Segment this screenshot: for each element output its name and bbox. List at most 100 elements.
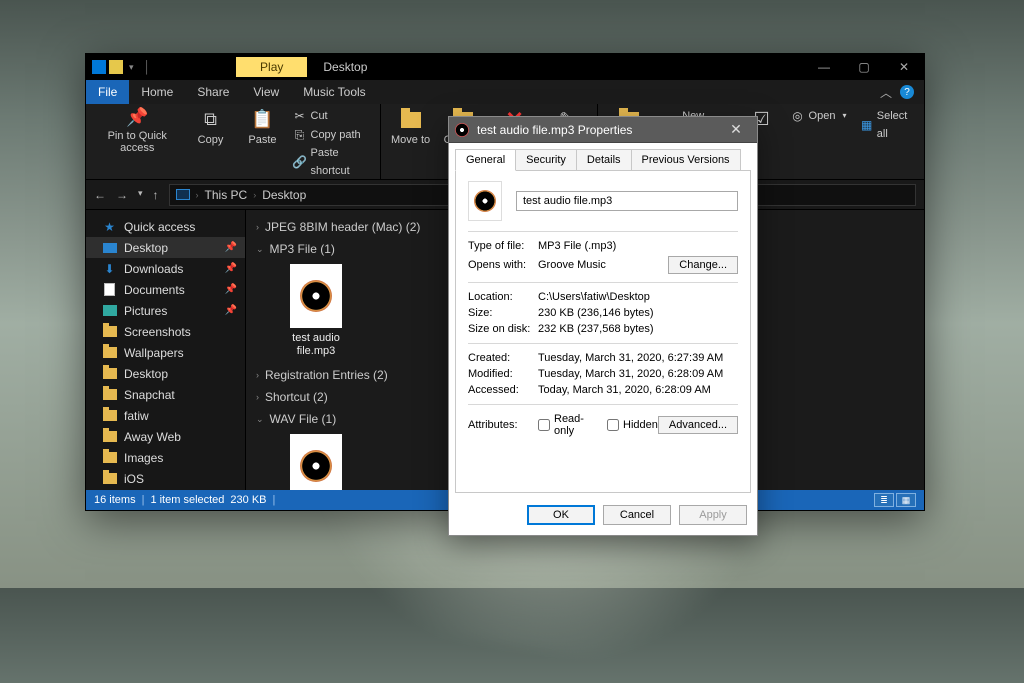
divider: │ [144, 60, 152, 74]
paste-shortcut-button[interactable]: 🔗Paste shortcut [293, 145, 372, 180]
tab-home[interactable]: Home [129, 80, 185, 104]
tab-view[interactable]: View [241, 80, 291, 104]
cut-button[interactable]: ✂Cut [293, 108, 372, 126]
open-button[interactable]: ◎Open▾ [791, 108, 847, 126]
sidebar-item-away-web[interactable]: Away Web [86, 426, 245, 447]
breadcrumb-leaf[interactable]: Desktop [262, 188, 306, 202]
quick-access-toolbar: ▾ │ [86, 60, 151, 74]
dialog-titlebar: test audio file.mp3 Properties ✕ [449, 117, 757, 143]
tab-details[interactable]: Details [576, 149, 632, 171]
sidebar-item-march[interactable]: March 2 - 6 [86, 489, 245, 490]
file-item-mp3[interactable]: test audio file.mp3 [276, 264, 356, 358]
apply-button[interactable]: Apply [679, 505, 747, 525]
sidebar-item-documents[interactable]: Documents📌 [86, 279, 245, 300]
folder-icon [103, 347, 117, 358]
ribbon-collapse-icon[interactable]: ︿ [880, 84, 892, 101]
sidebar-item-desktop2[interactable]: Desktop [86, 363, 245, 384]
sidebar-item-images[interactable]: Images [86, 447, 245, 468]
chevron-right-icon: › [256, 370, 259, 380]
change-button[interactable]: Change... [668, 256, 738, 274]
status-item-count: 16 items [94, 494, 136, 506]
label-location: Location: [468, 291, 538, 303]
tab-general[interactable]: General [455, 149, 516, 171]
pin-icon: 📌 [225, 305, 237, 316]
folder-icon [103, 368, 117, 379]
history-dropdown[interactable]: ▾ [138, 188, 143, 202]
sidebar-item-snapchat[interactable]: Snapchat [86, 384, 245, 405]
copy-path-button[interactable]: ⎘Copy path [293, 127, 372, 145]
folder-icon [103, 389, 117, 400]
label-type: Type of file: [468, 240, 538, 252]
sidebar-item-ios[interactable]: iOS [86, 468, 245, 489]
details-view-button[interactable]: ≣ [874, 493, 894, 507]
back-button[interactable]: ← [94, 188, 106, 202]
sidebar-item-fatiw[interactable]: fatiw [86, 405, 245, 426]
pin-to-quick-access-button[interactable]: 📌 Pin to Quick access [94, 108, 181, 154]
qat-overflow-icon[interactable]: ▾ [129, 62, 134, 73]
hidden-checkbox[interactable]: Hidden [607, 419, 658, 431]
value-type: MP3 File (.mp3) [538, 240, 738, 252]
tab-share[interactable]: Share [185, 80, 241, 104]
pin-icon: 📌 [225, 284, 237, 295]
select-all-icon: ▦ [860, 119, 872, 133]
pictures-icon [103, 305, 117, 316]
move-to-button[interactable]: Move to [389, 108, 433, 146]
properties-dialog: test audio file.mp3 Properties ✕ General… [448, 116, 758, 536]
file-type-icon [468, 181, 502, 221]
value-opens-with: Groove Music [538, 259, 668, 271]
sidebar-quick-access[interactable]: ★Quick access [86, 216, 245, 237]
dialog-buttons: OK Cancel Apply [449, 499, 757, 535]
chevron-right-icon: › [256, 222, 259, 232]
folder-icon [103, 473, 117, 484]
folder-icon [103, 452, 117, 463]
desktop-icon [103, 243, 117, 253]
sidebar-item-downloads[interactable]: ⬇Downloads📌 [86, 258, 245, 279]
up-button[interactable]: ↑ [153, 188, 159, 202]
close-button[interactable]: ✕ [884, 54, 924, 80]
sidebar-item-screenshots[interactable]: Screenshots [86, 321, 245, 342]
pin-icon: 📌 [225, 242, 237, 253]
paste-label: Paste [248, 134, 276, 146]
readonly-checkbox[interactable]: Read-only [538, 413, 595, 437]
dialog-close-button[interactable]: ✕ [721, 121, 751, 138]
pin-icon: 📌 [127, 108, 147, 128]
sidebar-item-pictures[interactable]: Pictures📌 [86, 300, 245, 321]
tab-security[interactable]: Security [515, 149, 577, 171]
dialog-tabs: General Security Details Previous Versio… [449, 143, 757, 171]
help-icon[interactable]: ? [900, 85, 914, 99]
maximize-button[interactable]: ▢ [844, 54, 884, 80]
forward-button[interactable]: → [116, 188, 128, 202]
app-icon[interactable] [92, 60, 106, 74]
filename-input[interactable] [516, 191, 738, 211]
file-item-wav[interactable] [276, 434, 356, 490]
thumbnails-view-button[interactable]: ▦ [896, 493, 916, 507]
value-accessed: Today, March 31, 2020, 6:28:09 AM [538, 384, 738, 396]
contextual-tab-play[interactable]: Play [236, 57, 307, 77]
cancel-button[interactable]: Cancel [603, 505, 671, 525]
folder-icon [103, 326, 117, 337]
minimize-button[interactable]: — [804, 54, 844, 80]
advanced-button[interactable]: Advanced... [658, 416, 738, 434]
ok-button[interactable]: OK [527, 505, 595, 525]
dialog-body: Type of file:MP3 File (.mp3) Opens with:… [455, 170, 751, 493]
tab-previous-versions[interactable]: Previous Versions [631, 149, 741, 171]
qat-folder-icon[interactable] [109, 60, 123, 74]
file-name-label: test audio file.mp3 [276, 332, 356, 358]
value-size: 230 KB (236,146 bytes) [538, 307, 738, 319]
value-modified: Tuesday, March 31, 2020, 6:28:09 AM [538, 368, 738, 380]
label-attributes: Attributes: [468, 419, 538, 431]
label-accessed: Accessed: [468, 384, 538, 396]
scissors-icon: ✂ [293, 110, 307, 124]
tab-file[interactable]: File [86, 80, 129, 104]
value-size-on-disk: 232 KB (237,568 bytes) [538, 323, 738, 335]
tab-music-tools[interactable]: Music Tools [291, 80, 377, 104]
audio-disc-icon [300, 450, 332, 482]
select-all-button[interactable]: ▦Select all [860, 108, 916, 143]
paste-button[interactable]: 📋 Paste [241, 108, 285, 146]
status-size: 230 KB [230, 494, 266, 506]
sidebar-item-wallpapers[interactable]: Wallpapers [86, 342, 245, 363]
copy-button[interactable]: ⧉ Copy [189, 108, 233, 146]
breadcrumb-root[interactable]: This PC [205, 188, 248, 202]
label-opens-with: Opens with: [468, 259, 538, 271]
sidebar-item-desktop[interactable]: Desktop📌 [86, 237, 245, 258]
